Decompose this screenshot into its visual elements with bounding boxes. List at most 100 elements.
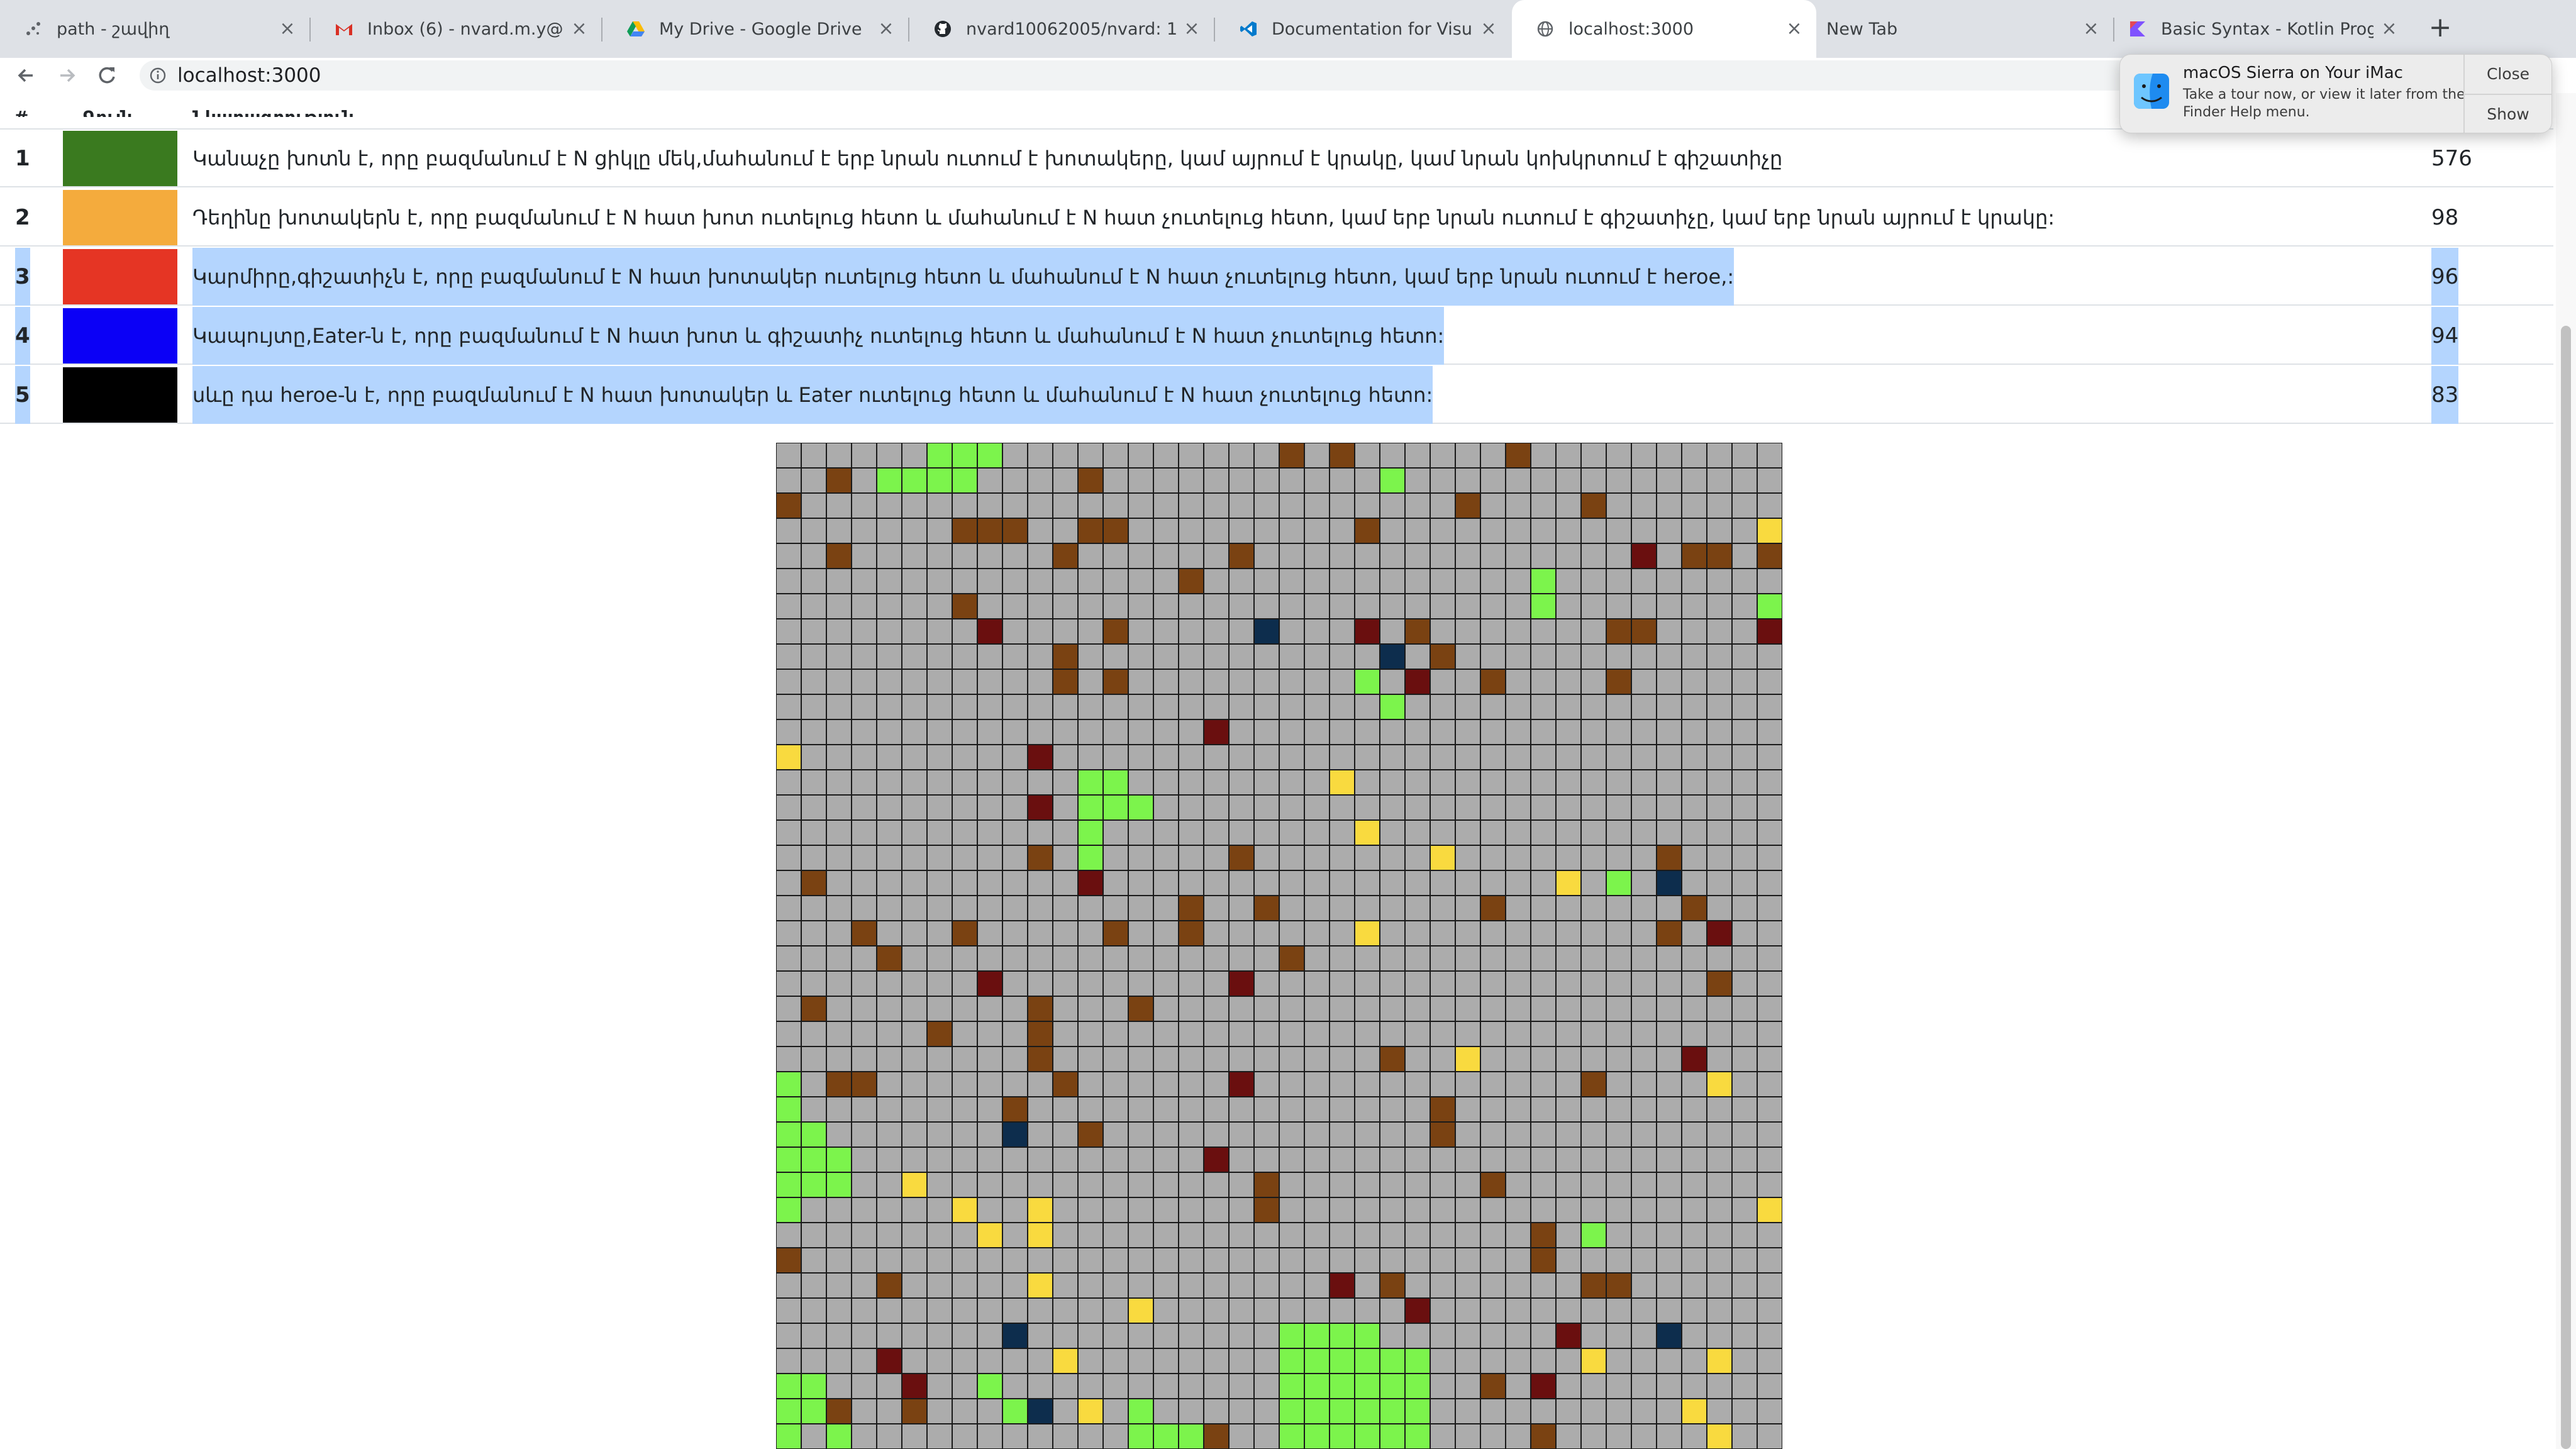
- grid-cell-empty: [1077, 719, 1104, 745]
- grid-cell-empty: [1279, 744, 1305, 770]
- grid-cell-empty: [801, 1222, 827, 1248]
- grid-cell-empty: [1505, 1021, 1531, 1047]
- close-icon[interactable]: ×: [1181, 18, 1202, 40]
- address-bar[interactable]: localhost:3000: [140, 60, 2379, 91]
- grid-cell-empty: [1631, 1297, 1657, 1324]
- tab-gmail[interactable]: Inbox (6) - nvard.m.y@tumo.org ×: [311, 0, 601, 58]
- tab-path[interactable]: path - շավիղ ×: [0, 0, 309, 58]
- tab-new-tab[interactable]: New Tab ×: [1818, 0, 2113, 58]
- close-icon[interactable]: ×: [2379, 18, 2400, 40]
- grid-cell-brown: [851, 920, 877, 947]
- grid-cell-empty: [851, 618, 877, 645]
- reload-icon[interactable]: [93, 62, 121, 89]
- grid-cell-grass: [1304, 1423, 1330, 1449]
- grid-cell-empty: [1580, 1046, 1607, 1072]
- grid-cell-empty: [1631, 467, 1657, 494]
- grid-cell-brown: [1681, 895, 1707, 921]
- grid-cell-empty: [1379, 744, 1406, 770]
- scrollbar-thumb[interactable]: [2561, 326, 2571, 1449]
- grid-cell-empty: [851, 1021, 877, 1047]
- close-icon[interactable]: ×: [1478, 18, 1499, 40]
- tab-vscode-docs[interactable]: Documentation for Visual Studio Code ×: [1215, 0, 1511, 58]
- grid-cell-empty: [1153, 945, 1179, 972]
- grid-cell-empty: [1178, 467, 1204, 494]
- grid-cell-brown: [776, 1247, 802, 1274]
- row-description: Կարմիրը,գիշատիչն է, որը բազմանում է N հա…: [192, 248, 1735, 306]
- grid-cell-empty: [1606, 1146, 1632, 1173]
- grid-cell-empty: [851, 895, 877, 921]
- grid-cell-empty: [1228, 870, 1255, 896]
- grid-cell-empty: [1027, 769, 1053, 796]
- close-icon[interactable]: ×: [1784, 18, 1805, 40]
- grid-cell-empty: [1681, 1222, 1707, 1248]
- grid-cell-empty: [1002, 970, 1028, 997]
- grid-cell-empty: [1379, 895, 1406, 921]
- grid-cell-empty: [1656, 543, 1682, 569]
- vertical-scrollbar[interactable]: [2556, 93, 2576, 1449]
- grid-cell-empty: [1002, 618, 1028, 645]
- grid-cell-empty: [1253, 920, 1280, 947]
- grid-cell-empty: [1505, 568, 1531, 594]
- grid-cell-empty: [952, 1121, 978, 1148]
- grid-cell-brown: [1580, 1071, 1607, 1097]
- grid-cell-grass: [776, 1423, 802, 1449]
- grid-cell-grass: [826, 1172, 852, 1198]
- grid-cell-empty: [1706, 568, 1733, 594]
- grid-cell-empty: [1480, 1297, 1506, 1324]
- back-icon[interactable]: [13, 62, 40, 89]
- grid-cell-empty: [1656, 694, 1682, 720]
- grid-cell-empty: [1580, 694, 1607, 720]
- notification-show-button[interactable]: Show: [2465, 95, 2551, 134]
- close-icon[interactable]: ×: [277, 18, 298, 40]
- close-icon[interactable]: ×: [2080, 18, 2102, 40]
- grid-cell-empty: [1580, 920, 1607, 947]
- notification-close-button[interactable]: Close: [2465, 55, 2551, 94]
- close-icon[interactable]: ×: [875, 18, 897, 40]
- grid-cell-grass: [1102, 794, 1129, 821]
- grid-cell-empty: [1253, 1046, 1280, 1072]
- tab-github[interactable]: nvard10062005/nvard: 1212 ×: [909, 0, 1214, 58]
- grid-cell-empty: [1530, 1297, 1557, 1324]
- close-icon[interactable]: ×: [569, 18, 590, 40]
- grid-cell-grass: [1077, 845, 1104, 871]
- grid-cell-empty: [1681, 568, 1707, 594]
- grid-cell-empty: [1027, 618, 1053, 645]
- grid-cell-empty: [1329, 1121, 1355, 1148]
- grid-cell-empty: [1279, 669, 1305, 695]
- info-icon[interactable]: [148, 66, 167, 85]
- grid-cell-empty: [1228, 1021, 1255, 1047]
- tab-kotlin[interactable]: Basic Syntax - Kotlin Programming Langua…: [2114, 0, 2411, 58]
- grid-cell-empty: [1530, 1398, 1557, 1424]
- grid-cell-empty: [801, 1197, 827, 1223]
- grid-cell-empty: [1052, 895, 1079, 921]
- grid-cell-empty: [1706, 945, 1733, 972]
- grid-cell-empty: [1580, 1146, 1607, 1173]
- grid-cell-predator: [1404, 669, 1431, 695]
- tab-title: nvard10062005/nvard: 1212: [966, 19, 1176, 39]
- grid-cell-empty: [977, 1197, 1003, 1223]
- grid-cell-empty: [1681, 1247, 1707, 1274]
- grid-cell-grass: [1329, 1323, 1355, 1349]
- grid-cell-brown: [1052, 1071, 1079, 1097]
- grid-cell-brown: [952, 920, 978, 947]
- grid-cell-empty: [1253, 543, 1280, 569]
- grid-cell-empty: [1002, 1071, 1028, 1097]
- new-tab-button[interactable]: +: [2426, 14, 2454, 43]
- grid-cell-predator: [1404, 1297, 1431, 1324]
- tab-localhost[interactable]: localhost:3000 ×: [1512, 0, 1816, 58]
- grid-cell-empty: [1455, 443, 1481, 469]
- grid-cell-empty: [1253, 643, 1280, 670]
- grid-cell-empty: [1631, 1121, 1657, 1148]
- grid-cell-empty: [1178, 819, 1204, 846]
- grid-cell-empty: [1329, 719, 1355, 745]
- grid-cell-empty: [1505, 1096, 1531, 1123]
- grid-cell-empty: [1757, 1348, 1782, 1374]
- grid-cell-empty: [1681, 1423, 1707, 1449]
- grid-cell-empty: [826, 1197, 852, 1223]
- grid-cell-empty: [1052, 1323, 1079, 1349]
- tab-google-drive[interactable]: My Drive - Google Drive ×: [602, 0, 908, 58]
- grid-cell-empty: [1354, 467, 1380, 494]
- grid-cell-empty: [851, 945, 877, 972]
- grid-cell-empty: [1505, 1398, 1531, 1424]
- forward-icon[interactable]: [53, 62, 80, 89]
